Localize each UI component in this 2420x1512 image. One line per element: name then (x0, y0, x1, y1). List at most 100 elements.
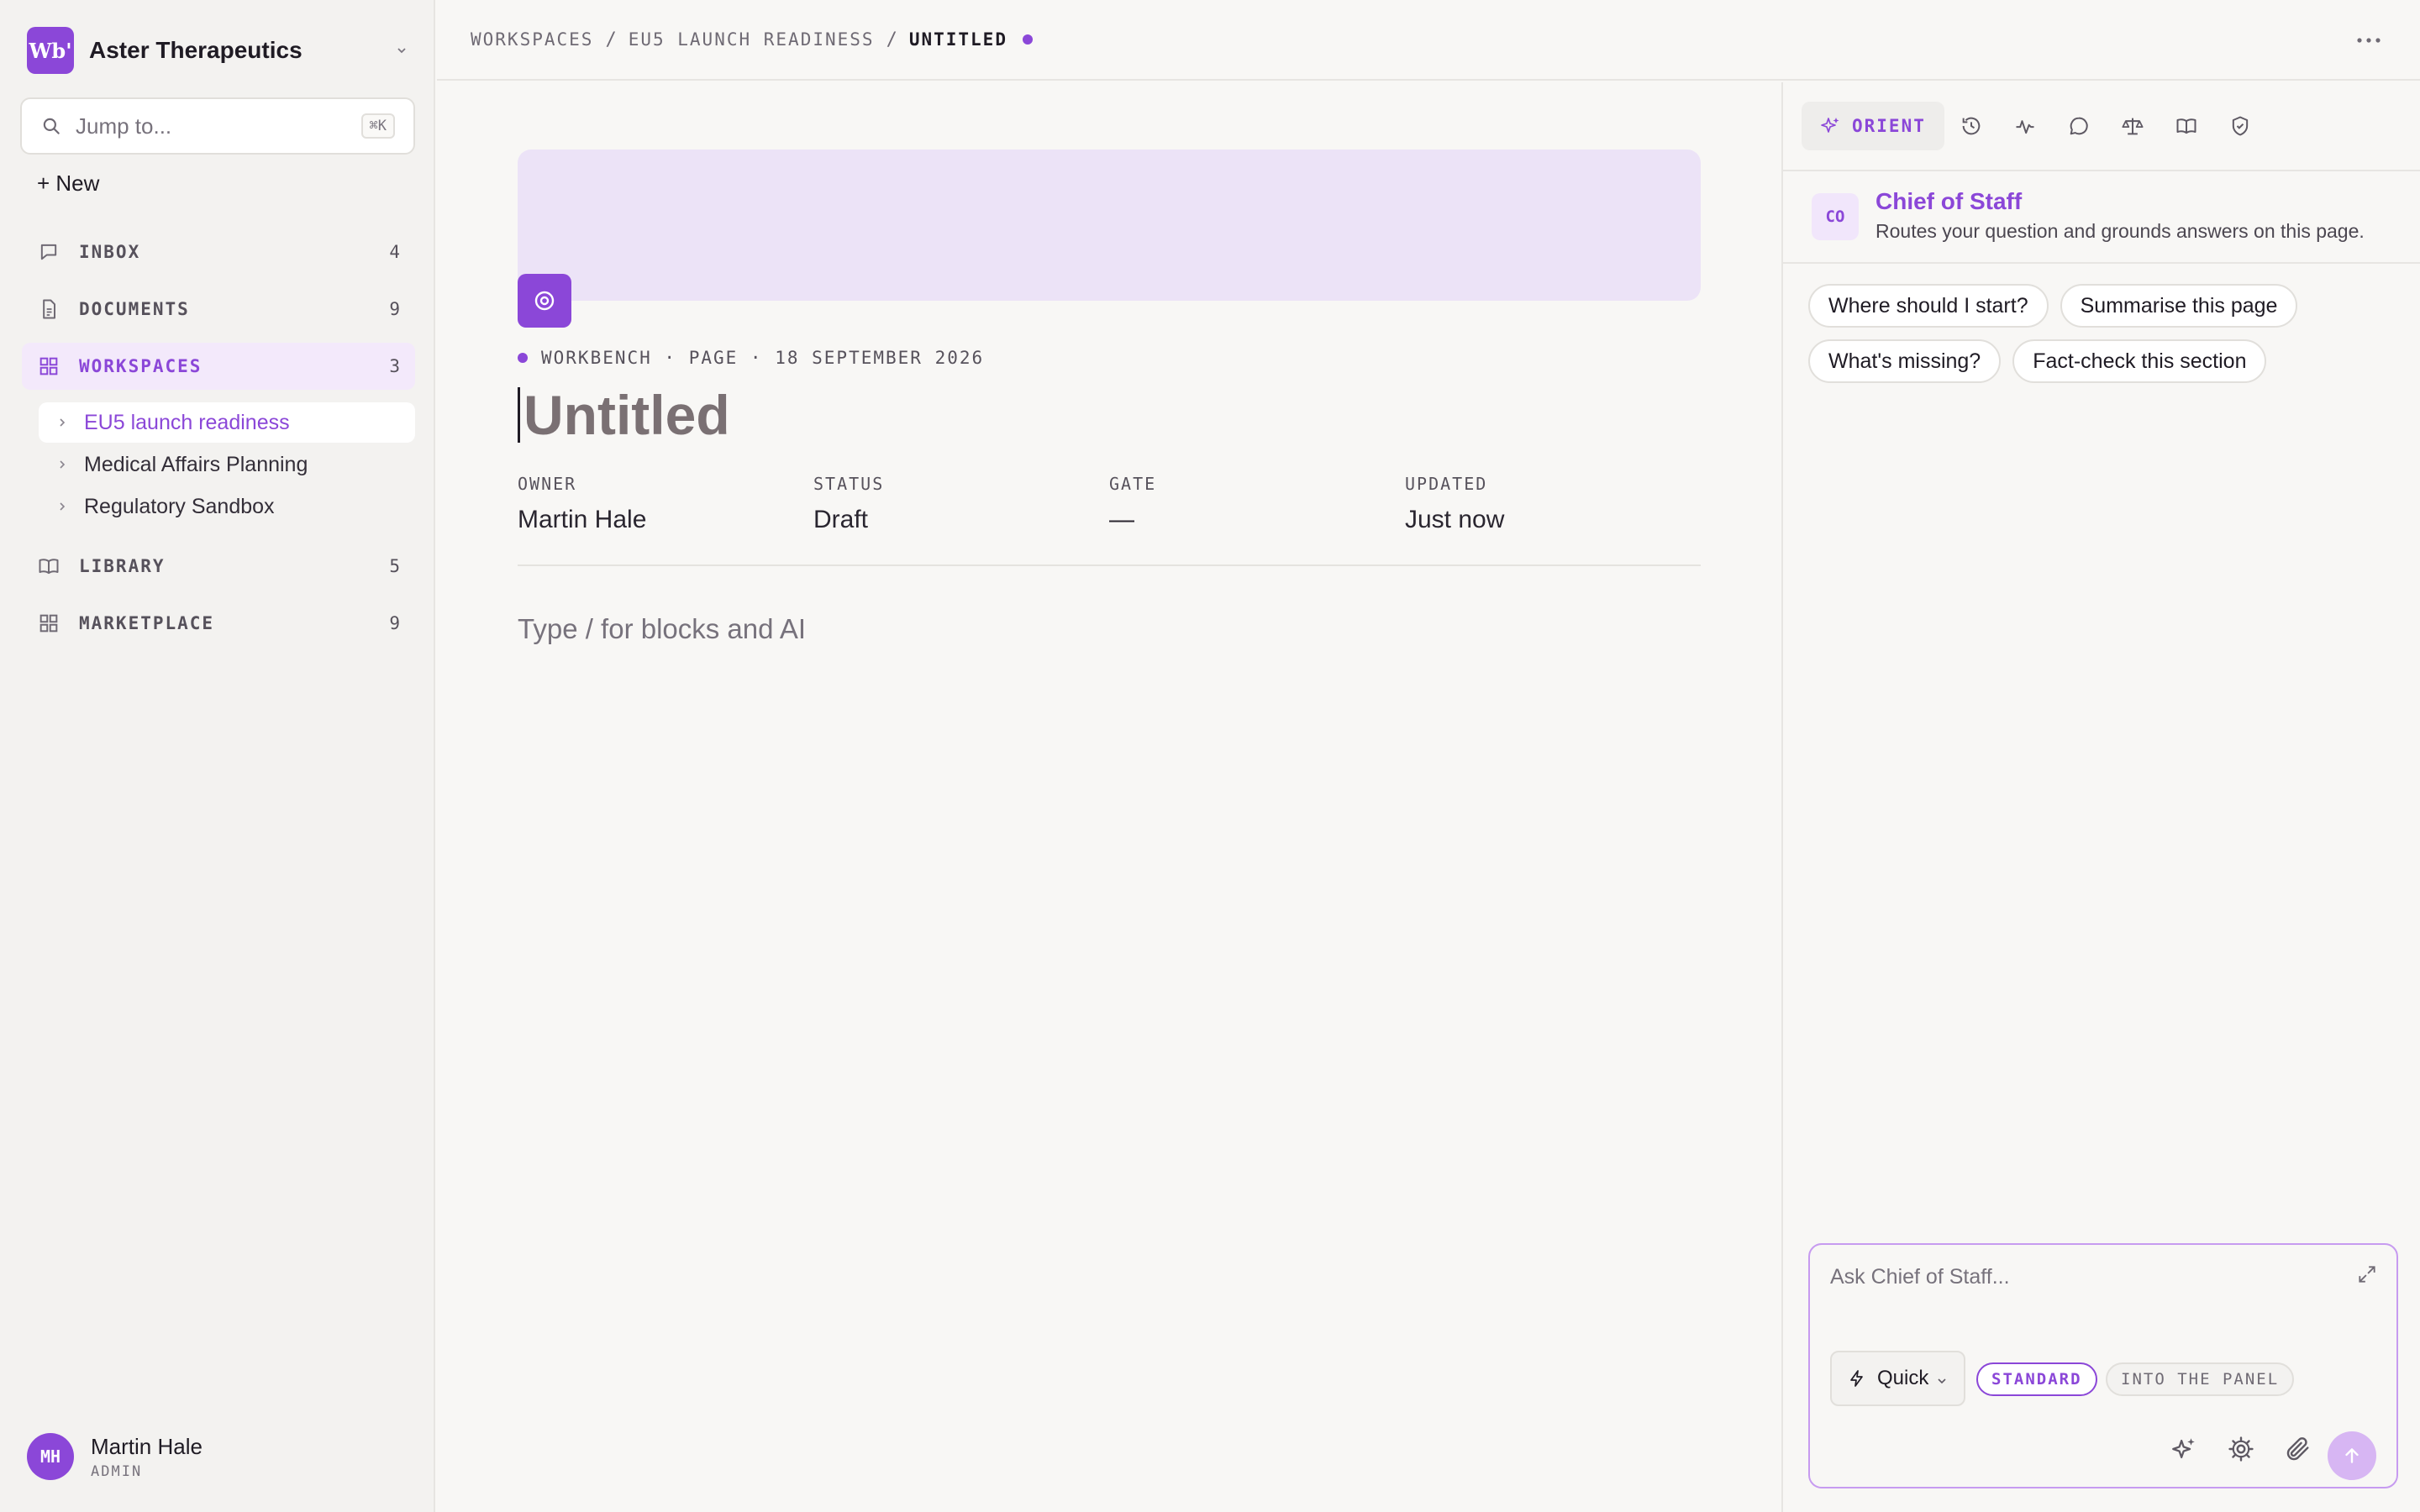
jump-to-search[interactable]: Jump to... ⌘K (20, 97, 415, 155)
sparkles-icon[interactable] (2170, 1435, 2198, 1463)
property-value: Just now (1405, 506, 1505, 533)
shield-check-icon (2232, 116, 2249, 136)
panel-tabs: ORIENT (1783, 82, 2420, 171)
property-label: STATUS (813, 474, 885, 494)
user-name: Martin Hale (91, 1433, 203, 1459)
sidebar-item-library[interactable]: LIBRARY 5 (22, 543, 415, 590)
sidebar-item-label: LIBRARY (79, 556, 166, 576)
jump-placeholder: Jump to... (76, 113, 172, 139)
new-button[interactable]: + New (37, 171, 99, 197)
property-gate[interactable]: GATE — (1109, 474, 1405, 534)
tab-compliance[interactable] (2213, 102, 2267, 150)
sidebar: Wb' Aster Therapeutics Jump to... ⌘K + N… (0, 0, 435, 1512)
agent-header: CO Chief of Staff Routes your question a… (1812, 188, 2400, 243)
search-icon (43, 118, 60, 134)
property-label: UPDATED (1405, 474, 1488, 494)
page-cover[interactable] (518, 150, 1701, 301)
org-switcher[interactable]: Wb' Aster Therapeutics (27, 27, 410, 74)
divider (518, 564, 1701, 566)
gear-icon[interactable] (2227, 1435, 2255, 1463)
org-name: Aster Therapeutics (89, 37, 302, 63)
tab-history[interactable] (1944, 102, 1998, 150)
breadcrumb-separator: / (886, 29, 897, 50)
sidebar-item-inbox[interactable]: INBOX 4 (22, 228, 415, 276)
tab-label: ORIENT (1852, 116, 1926, 136)
suggestion-chips: Where should I start? Summarise this pag… (1808, 284, 2405, 395)
workspace-item-medical-affairs-planning[interactable]: Medical Affairs Planning (39, 444, 415, 485)
page-body-input[interactable]: Type / for blocks and AI (518, 613, 806, 645)
bolt-icon (1850, 1370, 1863, 1387)
agent-description: Routes your question and grounds answers… (1876, 220, 2365, 242)
property-value: Draft (813, 506, 869, 533)
avatar: MH (27, 1433, 74, 1480)
meta-dot (518, 353, 528, 363)
grid-icon (39, 614, 58, 633)
activity-icon (2016, 120, 2034, 134)
user-role: ADMIN (91, 1462, 143, 1480)
property-owner[interactable]: OWNER Martin Hale (518, 474, 813, 534)
property-updated: UPDATED Just now (1405, 474, 1701, 534)
agent-avatar: CO (1812, 193, 1859, 240)
suggestion-chip[interactable]: Fact-check this section (2012, 339, 2267, 383)
comment-icon (2070, 117, 2088, 135)
history-icon (1962, 117, 1981, 135)
workspace-label: Regulatory Sandbox (84, 494, 275, 518)
agent-name[interactable]: Chief of Staff (1876, 188, 2365, 215)
page-meta: WORKBENCH · PAGE · 18 SEPTEMBER 2026 (518, 348, 984, 368)
suggestion-chip[interactable]: What's missing? (1808, 339, 2002, 383)
sidebar-item-label: INBOX (79, 242, 141, 262)
org-logo: Wb' (27, 27, 74, 74)
sidebar-item-label: WORKSPACES (79, 356, 203, 376)
property-status[interactable]: STATUS Draft (813, 474, 1109, 534)
into-panel-toggle[interactable]: INTO THE PANEL (2106, 1362, 2295, 1396)
chat-input[interactable]: Ask Chief of Staff... (1830, 1265, 2010, 1289)
breadcrumb-separator: / (605, 29, 617, 50)
tab-balance[interactable] (2106, 102, 2160, 150)
expand-icon[interactable] (2356, 1263, 2378, 1285)
property-label: OWNER (518, 474, 577, 494)
target-icon (534, 291, 555, 311)
suggestion-chip[interactable]: Summarise this page (2060, 284, 2298, 328)
tab-orient[interactable]: ORIENT (1802, 102, 1944, 150)
suggestion-chip[interactable]: Where should I start? (1808, 284, 2049, 328)
tab-activity[interactable] (1998, 102, 2052, 150)
depth-standard-toggle[interactable]: STANDARD (1976, 1362, 2097, 1396)
tab-comments[interactable] (2052, 102, 2106, 150)
workspace-label: Medical Affairs Planning (84, 452, 308, 476)
page-icon[interactable] (518, 274, 571, 328)
page-title-field[interactable]: Untitled (518, 383, 730, 447)
unsaved-dot (1022, 34, 1033, 45)
send-button[interactable] (2328, 1431, 2376, 1480)
chat-composer: Ask Chief of Staff... Quick STANDARD INT… (1808, 1243, 2398, 1488)
chevron-right-icon (60, 460, 66, 469)
document-icon (43, 299, 55, 319)
book-icon (39, 559, 59, 575)
workspace-item-eu5-launch-readiness[interactable]: EU5 launch readiness (39, 402, 415, 443)
sidebar-item-label: MARKETPLACE (79, 613, 215, 633)
chevron-down-icon (1938, 1378, 1946, 1384)
top-bar: WORKSPACES / EU5 LAUNCH READINESS / UNTI… (437, 0, 2420, 81)
more-icon[interactable] (2354, 29, 2383, 52)
sidebar-item-count: 9 (389, 613, 400, 633)
property-value: Martin Hale (518, 506, 647, 533)
mode-label: Quick (1877, 1367, 1929, 1389)
user-profile[interactable]: MH Martin Hale ADMIN (27, 1433, 203, 1480)
sidebar-item-workspaces[interactable]: WORKSPACES 3 (22, 343, 415, 390)
breadcrumb-eu5-launch-readiness[interactable]: EU5 LAUNCH READINESS (629, 29, 875, 50)
sparkles-icon (1821, 118, 1839, 133)
page-properties: OWNER Martin Hale STATUS Draft GATE — UP… (518, 474, 1701, 534)
paperclip-icon[interactable] (2284, 1435, 2312, 1463)
property-value: — (1109, 506, 1134, 533)
sidebar-item-marketplace[interactable]: MARKETPLACE 9 (22, 600, 415, 647)
page-meta-text: WORKBENCH · PAGE · 18 SEPTEMBER 2026 (541, 348, 985, 368)
breadcrumb-workspaces[interactable]: WORKSPACES (471, 29, 593, 50)
sidebar-item-count: 3 (389, 356, 400, 376)
sidebar-item-label: DOCUMENTS (79, 299, 190, 319)
workspace-item-regulatory-sandbox[interactable]: Regulatory Sandbox (39, 486, 415, 527)
text-caret (518, 387, 520, 443)
assistant-panel: ORIENT CO Chief of Staff Routes your que… (1781, 82, 2420, 1512)
sidebar-item-documents[interactable]: DOCUMENTS 9 (22, 286, 415, 333)
message-icon (40, 244, 57, 260)
mode-select[interactable]: Quick (1830, 1351, 1966, 1406)
tab-library[interactable] (2160, 102, 2213, 150)
